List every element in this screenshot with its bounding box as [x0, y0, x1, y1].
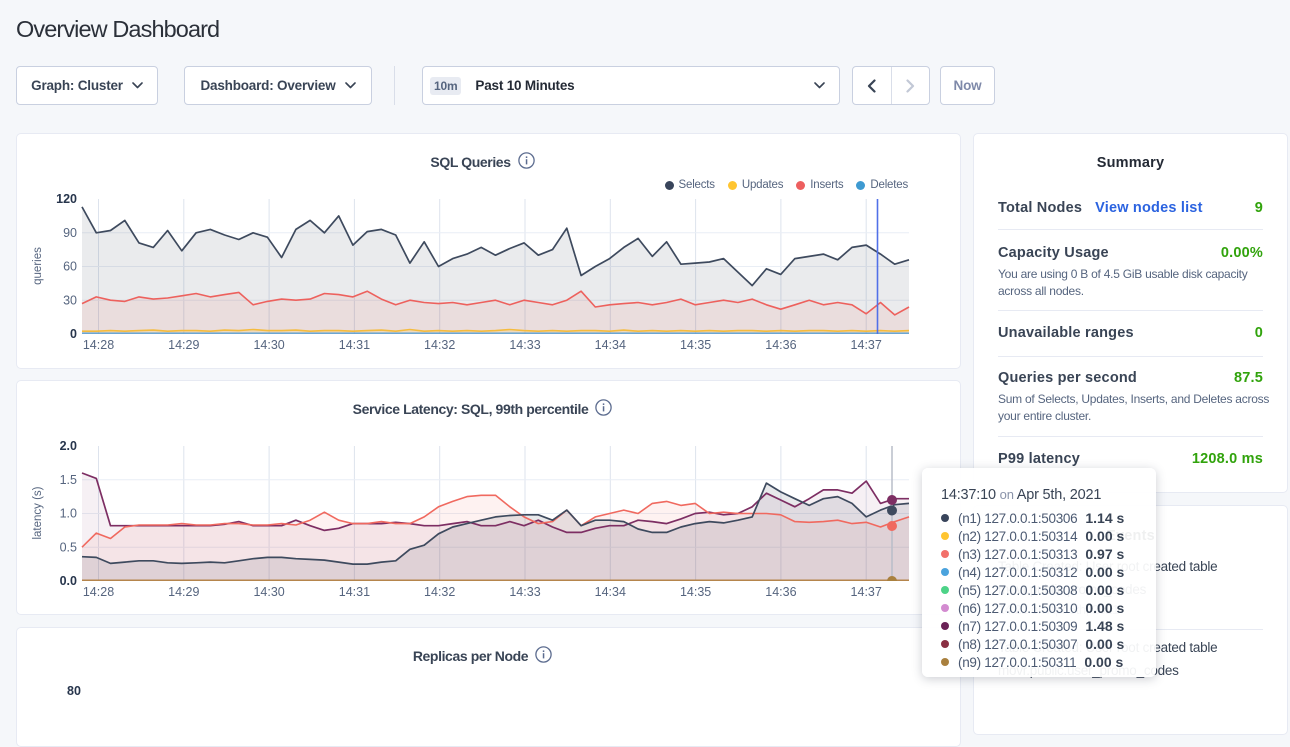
svg-text:90: 90: [63, 226, 77, 240]
svg-text:14:33: 14:33: [509, 585, 540, 599]
svg-text:14:33: 14:33: [509, 338, 540, 352]
svg-text:14:32: 14:32: [424, 585, 455, 599]
svg-text:14:35: 14:35: [680, 338, 711, 352]
svg-text:14:29: 14:29: [168, 585, 199, 599]
svg-text:14:36: 14:36: [765, 585, 796, 599]
svg-text:14:34: 14:34: [595, 585, 626, 599]
svg-text:14:37: 14:37: [851, 585, 882, 599]
svg-text:14:37: 14:37: [851, 338, 882, 352]
svg-text:60: 60: [63, 260, 77, 274]
svg-text:14:32: 14:32: [424, 338, 455, 352]
svg-text:14:35: 14:35: [680, 585, 711, 599]
svg-text:14:30: 14:30: [253, 585, 284, 599]
svg-text:14:31: 14:31: [339, 585, 370, 599]
svg-text:30: 30: [63, 293, 77, 307]
svg-text:14:30: 14:30: [253, 338, 284, 352]
svg-text:2.0: 2.0: [60, 439, 77, 453]
svg-text:14:28: 14:28: [83, 338, 114, 352]
svg-text:0.5: 0.5: [60, 540, 77, 554]
svg-text:0: 0: [70, 327, 77, 341]
svg-text:14:34: 14:34: [595, 338, 626, 352]
svg-text:14:31: 14:31: [339, 338, 370, 352]
svg-text:120: 120: [56, 192, 77, 206]
svg-text:14:29: 14:29: [168, 338, 199, 352]
svg-text:1.0: 1.0: [60, 507, 77, 521]
svg-text:14:28: 14:28: [83, 585, 114, 599]
svg-text:0.0: 0.0: [60, 574, 77, 588]
svg-text:1.5: 1.5: [60, 473, 77, 487]
svg-text:14:36: 14:36: [765, 338, 796, 352]
